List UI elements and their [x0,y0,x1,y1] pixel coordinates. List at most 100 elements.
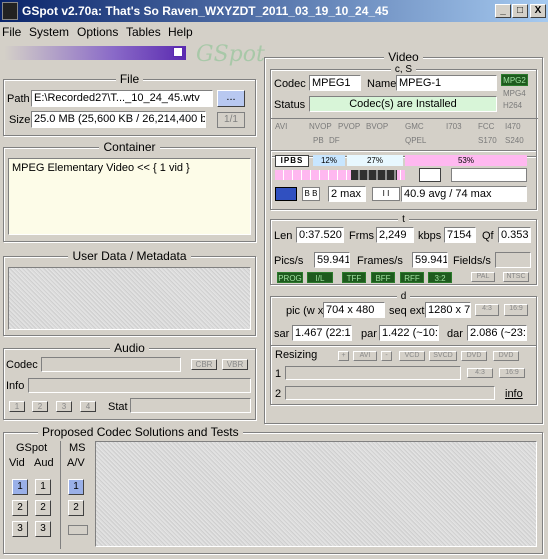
resize-43-button[interactable]: 4:3 [467,368,493,378]
solutions-group-title: Proposed Codec Solutions and Tests [38,425,243,439]
codec-label: Codec [274,78,306,90]
imax-field: 40.9 avg / 74 max [401,186,527,202]
pics-field: 59.941 [314,252,350,268]
resize-svcd-button[interactable]: SVCD [429,351,457,361]
sar-label: sar [274,328,290,340]
ms-solution-blank [68,525,88,535]
flag-qpel: QPEL [405,136,427,145]
resize-row2-field [285,386,495,400]
frametype-subgroup: IPBS 12% 27% 53% B B 2 max I I 40.9 avg … [270,150,537,210]
len-label: Len [274,230,293,242]
vbr-button[interactable]: VBR [222,359,248,370]
cbr-button[interactable]: CBR [191,359,217,370]
audio-track-2[interactable]: 2 [32,401,48,412]
framess-label: Frames/s [357,255,403,267]
audio-track-4[interactable]: 4 [80,401,96,412]
ms-label: MS [69,442,86,454]
window-title: GSpot v2.70a: That's So Raven_WXYZDT_201… [22,4,389,18]
menu-help[interactable]: Help [168,25,193,39]
32-indicator: 3:2 [428,272,452,283]
len-field: 0:37.520 [296,227,344,243]
pic-label: pic (w x [286,305,324,317]
vid-solution-3[interactable]: 3 [12,521,28,537]
graph-icon[interactable] [275,187,297,201]
info-link[interactable]: info [505,388,523,400]
bff-indicator: BFF [371,272,395,283]
audio-group: Audio Codec CBR VBR Info 1 2 3 4 Stat [3,341,256,420]
pal-indicator: PAL [471,272,495,282]
solutions-group: Proposed Codec Solutions and Tests GSpot… [3,425,543,554]
gop-arrow-icon [419,168,441,182]
seqext-label: seq ext [389,305,425,317]
resize-vcd-button[interactable]: VCD [399,351,425,361]
audio-codec-label: Codec [6,359,38,371]
kbps-label: kbps [418,230,442,242]
browse-button[interactable]: ... [217,90,245,107]
audio-stat-label: Stat [108,401,128,413]
dar-field: 2.086 (~23: [467,325,527,341]
t-label: t [398,214,409,225]
pics-label: Pics/s [274,255,304,267]
gop-bar-dark [351,170,397,180]
menu-options[interactable]: Options [77,25,118,39]
fields-label: Fields/s [453,255,491,267]
ms-solution-2[interactable]: 2 [68,500,84,516]
minimize-button[interactable]: _ [495,4,511,18]
frms-label: Frms [349,230,375,242]
aud-solution-3[interactable]: 3 [35,521,51,537]
ms-solution-1[interactable]: 1 [68,479,84,495]
aud-solution-2[interactable]: 2 [35,500,51,516]
audio-track-1[interactable]: 1 [9,401,25,412]
userdata-group: User Data / Metadata [3,249,256,336]
resize-plus-button[interactable]: + [338,351,349,361]
menu-system[interactable]: System [29,25,69,39]
qf-field: 0.353 [498,227,531,243]
resize-avi-button[interactable]: AVI [353,351,377,361]
gspot-col-label: GSpot [16,442,48,454]
flag-df: DF [329,136,340,145]
audio-group-title: Audio [110,341,149,355]
framess-field: 59.941 [412,252,448,268]
square-icon [173,47,183,57]
status-label: Status [274,99,306,111]
container-group-title: Container [99,140,160,154]
userdata-area [8,267,251,330]
frms-field: 2,249 [376,227,414,243]
resize-dvd-button[interactable]: DVD [461,351,487,361]
path-label: Path [7,93,30,105]
resize-row1-field [285,366,461,380]
aud-solution-1[interactable]: 1 [35,479,51,495]
menu-file[interactable]: File [2,25,21,39]
qf-label: Qf [482,230,494,242]
vid-solution-1[interactable]: 1 [12,479,28,495]
resizing-label: Resizing [275,349,318,361]
resize-row1-label: 1 [275,368,282,380]
vid-solution-2[interactable]: 2 [12,500,28,516]
menu-tables[interactable]: Tables [126,25,161,39]
resize-169-button[interactable]: 16:9 [499,368,525,378]
seqext-field: 1280 x 7 [425,302,471,318]
bmax-field: 2 max [328,186,366,202]
resize-dvd2-button[interactable]: DVD [493,351,519,361]
aud-label: Aud [34,457,54,469]
aspect-169-button[interactable]: 16:9 [504,304,528,316]
i-frame-percent: 12% [313,155,345,166]
audio-track-3[interactable]: 3 [56,401,72,412]
prog-indicator: PROG [277,272,303,283]
close-button[interactable]: X [530,4,546,18]
par-label: par [361,328,377,340]
ipbs-indicator: IPBS [275,155,309,167]
container-text: MPEG Elementary Video << { 1 vid } [8,158,251,235]
path-field[interactable]: E:\Recorded27\T..._10_24_45.wtv [31,90,213,107]
tff-indicator: TFF [342,272,366,283]
cs-label: c, S [390,64,417,75]
resize-minus-button[interactable]: - [381,351,392,361]
timing-subgroup: t Len 0:37.520 Frms 2,249 kbps 7154 Qf 0… [270,214,537,285]
codec-field: MPEG1 [309,75,361,91]
codec-subgroup: c, S Codec MPEG1 Name MPEG-1 MPG2 MPG4 H… [270,64,538,157]
maximize-button[interactable]: □ [512,4,528,18]
flag-bvop: BVOP [366,122,389,131]
vid-label: Vid [9,457,25,469]
audio-info-label: Info [6,380,25,392]
aspect-43-button[interactable]: 4:3 [475,304,499,316]
